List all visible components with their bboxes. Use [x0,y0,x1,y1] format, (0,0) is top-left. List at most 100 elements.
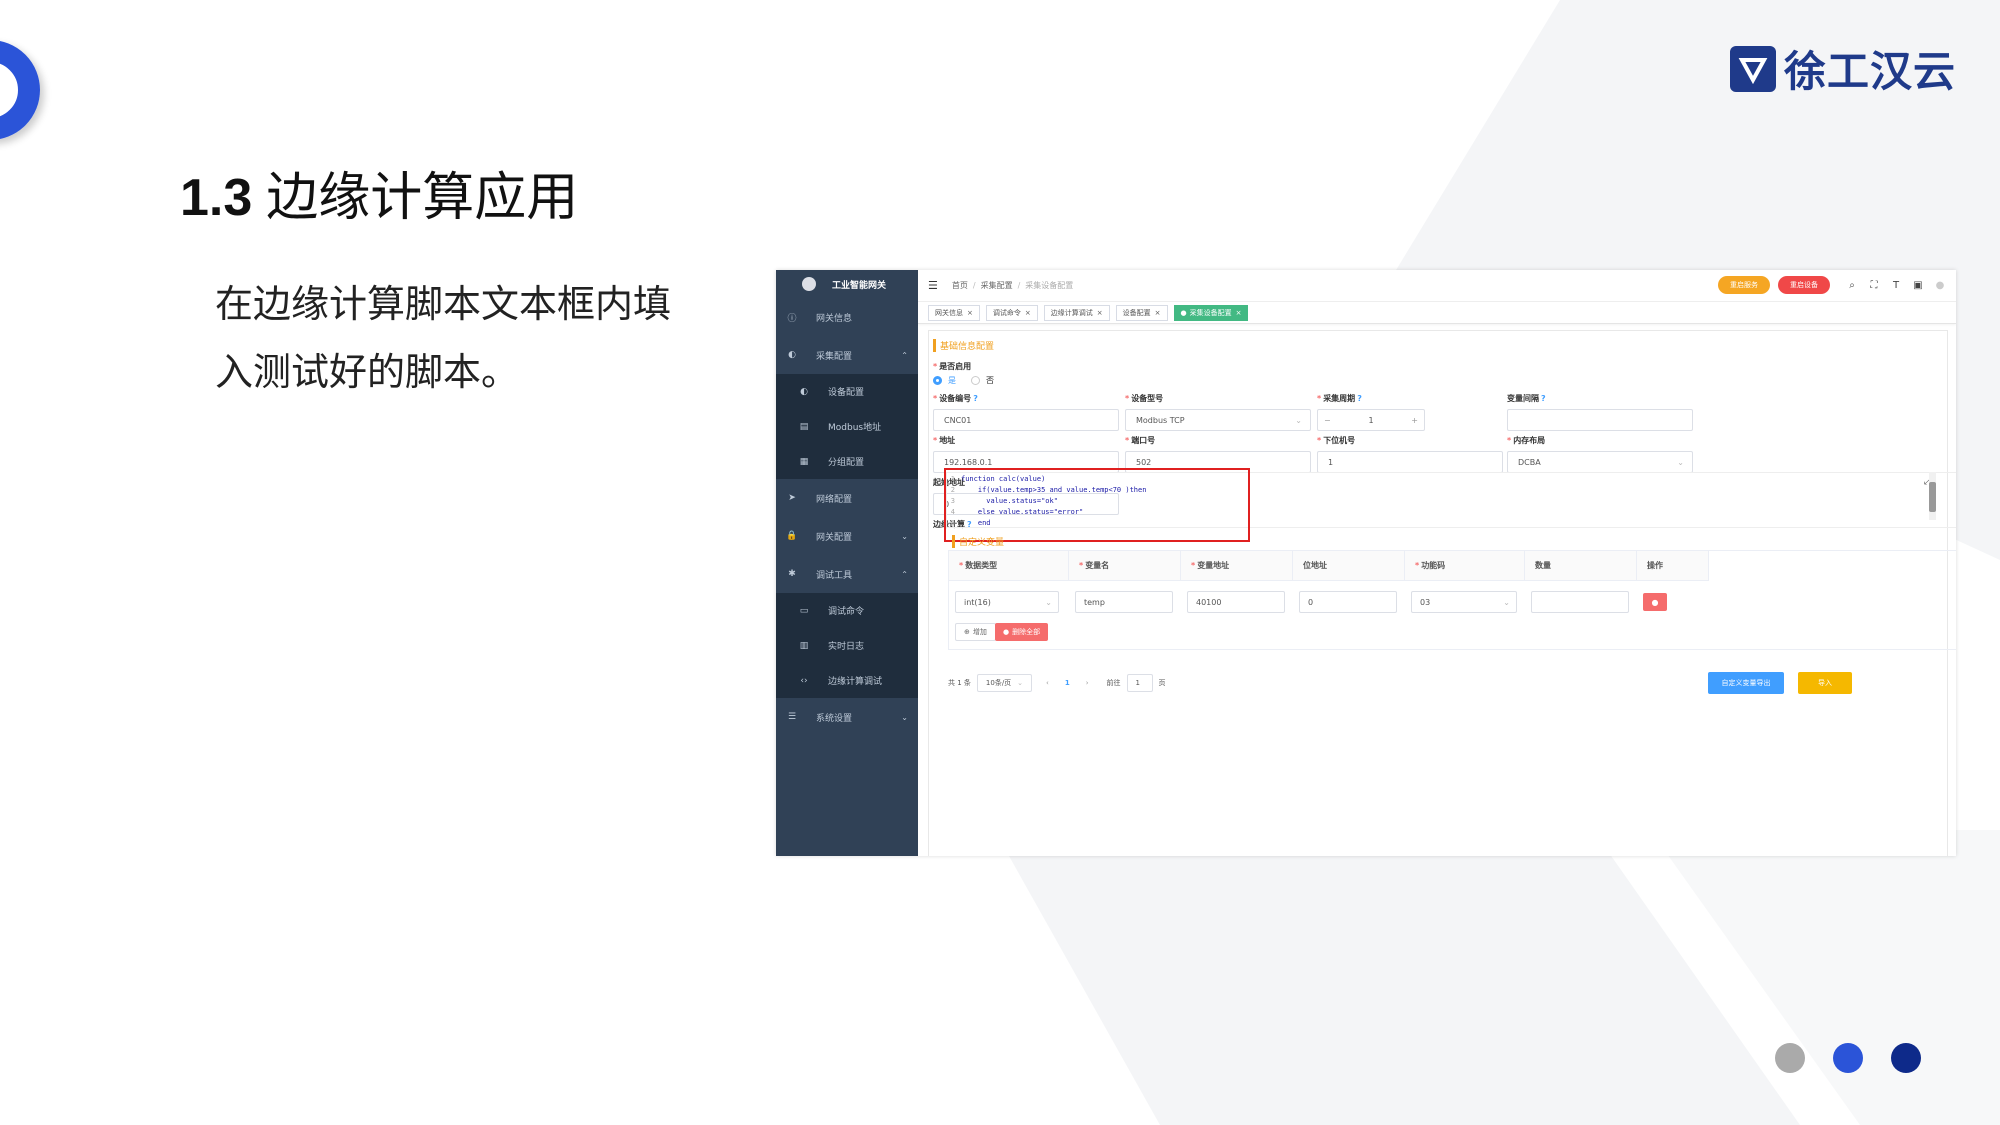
memory-select[interactable]: DCBA ⌄ [1507,451,1693,473]
section-basic-title: 基础信息配置 [933,339,994,352]
breadcrumb-home[interactable]: 首页 [952,281,968,290]
row-data-type-select[interactable]: int(16) ⌄ [955,591,1059,613]
tab-label: 采集设备配置 [1189,308,1232,317]
user-avatar-icon[interactable]: ● [1932,280,1948,291]
sidebar-menu: ⓘ 网关信息 ◐ 采集配置 ⌃ ◐ 设备配置 ▤ Modbus地址 ▦ 分组配置 ➤ 网络配置 🔒 网关配置… [776,298,918,736]
sidebar-item-2[interactable]: ◐ 设备配置 [776,374,918,409]
menu-toggle-icon[interactable]: ☰ [928,279,938,292]
sidebar-header: 工业智能网关 [776,270,918,298]
bug-icon: ✱ [788,569,796,579]
sidebar-item-4[interactable]: ▦ 分组配置 [776,444,918,479]
minus-icon[interactable]: − [1324,416,1331,425]
sidebar-item-5[interactable]: ➤ 网络配置 [776,479,918,517]
goto-page-input[interactable]: 1 [1126,674,1153,692]
sidebar-item-label: 网关配置 [816,532,853,543]
row-count-input[interactable] [1531,591,1629,613]
sidebar-item-6[interactable]: 🔒 网关配置 ⌄ [776,517,918,555]
import-button[interactable]: 导入 [1798,672,1852,694]
sidebar-item-label: Modbus地址 [828,423,882,433]
logo-text: 徐工汉云 [1784,47,1957,96]
sidebar-item-label: 设备配置 [828,388,865,398]
restart-service-button[interactable]: 重启服务 [1718,276,1770,294]
breadcrumb-collect[interactable]: 采集配置 [981,281,1013,290]
brand-title: 工业智能网关 [832,280,887,291]
period-stepper[interactable]: − 1 + [1317,409,1425,431]
slave-input[interactable]: 1 [1317,451,1503,473]
slave-label: * 下位机号 [1317,436,1356,445]
current-page[interactable]: 1 [1065,679,1070,687]
row-var-address-input[interactable]: 40100 [1187,591,1285,613]
gauge-icon: ◐ [788,350,796,360]
device-no-label: * 设备编号? [933,394,978,403]
pagination: 共 1 条 10条/页 ⌄ ‹ 1 › 前往 1 页 [948,674,1166,692]
app-screenshot: 工业智能网关 ⓘ 网关信息 ◐ 采集配置 ⌃ ◐ 设备配置 ▤ Modbus地址 ▦ 分组配置 ➤ 网络… [776,270,1956,856]
close-icon[interactable]: × [1097,309,1103,317]
tab-2[interactable]: 边缘计算调试 × [1043,304,1110,321]
close-icon[interactable]: × [1155,309,1161,317]
port-label: * 端口号 [1125,436,1156,445]
sidebar-item-8[interactable]: ▭ 调试命令 [776,593,918,628]
interval-label: 变量间隔? [1507,394,1546,403]
interval-input[interactable] [1507,409,1693,431]
close-icon[interactable]: × [967,309,973,317]
row-delete-button[interactable]: ● [1643,593,1667,611]
next-page-icon[interactable]: › [1086,679,1089,687]
terminal-icon: ▭ [799,605,809,616]
row-bit-input[interactable]: 0 [1299,591,1397,613]
goto-label: 前往 [1106,679,1121,687]
send-icon: ➤ [788,493,796,503]
row-func-select[interactable]: 03 ⌄ [1411,591,1517,613]
tab-0[interactable]: 网关信息 × [928,304,980,321]
add-row-button[interactable]: ⊕ 增加 [955,623,996,641]
custom-variable-table: * 数据类型 * 变量名 * 变量地址 位地址 * 功能码 数量 操作 int(16) ⌄… [948,550,1956,650]
device-no-input[interactable]: CNC01 [933,409,1119,431]
info-icon: ⓘ [787,313,797,324]
col-var-name: * 变量名 [1069,551,1181,581]
search-icon[interactable]: ⌕ [1844,280,1860,291]
page-suffix: 页 [1158,679,1166,687]
slide-body-text: 在边缘计算脚本文本框内填入测试好的脚本。 [215,282,672,394]
close-icon[interactable]: × [1025,309,1031,317]
row-var-name-input[interactable]: temp [1075,591,1173,613]
list-icon: ☰ [787,712,797,722]
tab-1[interactable]: 调试命令 × [985,304,1038,321]
sidebar-item-7[interactable]: ✱ 调试工具 ⌃ [776,555,918,593]
sidebar-item-11[interactable]: ☰ 系统设置 ⌄ [776,698,918,736]
export-custom-button[interactable]: 自定义变量导出 [1708,672,1784,694]
language-icon[interactable]: ▣ [1910,280,1926,291]
page-size-select[interactable]: 10条/页 ⌄ [976,674,1033,692]
trash-icon: ● [1003,628,1010,636]
tab-3[interactable]: 设备配置 × [1115,304,1168,321]
plus-icon[interactable]: + [1411,416,1418,425]
enable-yes-radio[interactable]: 是 [933,375,956,386]
device-model-select[interactable]: Modbus TCP ⌄ [1125,409,1311,431]
prev-page-icon[interactable]: ‹ [1046,679,1049,687]
chevron-icon: ⌄ [901,531,908,541]
dot-blue [1833,1043,1863,1073]
sidebar-item-label: 系统设置 [816,713,853,724]
font-size-icon[interactable]: T [1888,280,1904,291]
tab-4[interactable]: ● 采集设备配置 × [1173,304,1249,321]
sidebar-item-9[interactable]: ▥ 实时日志 [776,628,918,663]
sidebar-item-3[interactable]: ▤ Modbus地址 [776,409,918,444]
sidebar-item-0[interactable]: ⓘ 网关信息 [776,298,918,336]
enable-no-radio[interactable]: 否 [971,375,994,386]
sidebar-item-10[interactable]: ‹› 边缘计算调试 [776,663,918,698]
restart-device-button[interactable]: 重启设备 [1778,276,1830,294]
lock-icon: 🔒 [786,531,798,541]
fullscreen-icon[interactable]: ⛶ [1866,280,1882,291]
col-count: 数量 [1525,551,1637,581]
editor-scrollbar[interactable] [1929,472,1936,520]
slide-dots [1775,1043,1949,1073]
chevron-down-icon: ⌄ [1295,415,1302,425]
log-icon: ▥ [799,640,809,651]
sidebar-item-1[interactable]: ◐ 采集配置 ⌃ [776,336,918,374]
close-icon[interactable]: × [1236,309,1242,317]
tab-label: 设备配置 [1122,308,1151,317]
breadcrumb-current: 采集设备配置 [1025,281,1074,290]
total-count: 共 1 条 [948,679,971,687]
sidebar-item-label: 调试命令 [828,607,865,617]
topbar: ☰ 首页 / 采集配置 / 采集设备配置 重启服务 重启设备 ⌕ ⛶ T ▣ ● [918,270,1956,302]
delete-all-button[interactable]: ● 删除全部 [995,623,1049,641]
slide-title: 1.3 边缘计算应用 [180,155,578,230]
